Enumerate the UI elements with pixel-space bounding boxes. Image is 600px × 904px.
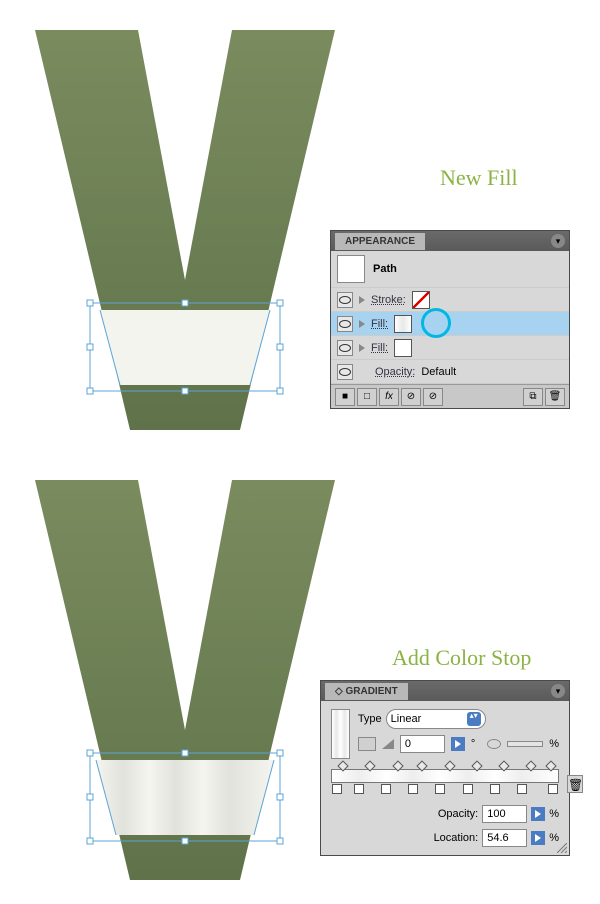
stroke-swatch[interactable] [412,291,430,309]
delete-stop-button[interactable]: 🗑 [567,775,583,793]
trash-button[interactable]: 🗑 [545,388,565,406]
gradient-color-stop[interactable] [548,784,558,794]
gradient-preview[interactable] [331,709,350,759]
stroke-row[interactable]: Stroke: [331,288,569,312]
duplicate-button[interactable]: ⧉ [523,388,543,406]
gradient-type-select[interactable]: Linear ▴▾ [386,709,486,729]
annotation-new-fill: New Fill [440,165,518,191]
gradient-midpoint[interactable] [525,760,536,771]
aspect-icon [487,739,501,749]
panel-menu-icon[interactable]: ▾ [551,234,565,248]
gradient-midpoint[interactable] [365,760,376,771]
opacity-label[interactable]: Opacity: [375,366,415,378]
fill-swatch-white[interactable] [394,339,412,357]
gradient-color-stop[interactable] [463,784,473,794]
fill-label[interactable]: Fill: [371,318,388,330]
gradient-panel: ◇ GRADIENT ▾ Type Linear ▴▾ [320,680,570,856]
location-stepper[interactable] [531,831,545,845]
highlight-circle [421,308,451,338]
stop-opacity-input[interactable]: 100 [482,805,527,823]
gradient-midpoint[interactable] [417,760,428,771]
gradient-midpoint[interactable] [444,760,455,771]
gradient-slider[interactable]: 🗑 [331,769,559,783]
letter-v-top [30,30,340,440]
annotation-add-color-stop: Add Color Stop [392,645,531,671]
target-path-row[interactable]: Path [331,251,569,288]
gradient-midpoint[interactable] [498,760,509,771]
opacity-stepper[interactable] [531,807,545,821]
visibility-toggle[interactable] [337,316,353,332]
fill-label[interactable]: Fill: [371,342,388,354]
fill-swatch-gradient[interactable] [394,315,412,333]
visibility-toggle[interactable] [337,292,353,308]
gradient-midpoint[interactable] [392,760,403,771]
visibility-toggle[interactable] [337,364,353,380]
gradient-color-stop[interactable] [354,784,364,794]
eye-icon [339,344,351,352]
path-label: Path [373,263,397,275]
appearance-panel: APPEARANCE ▾ Path Stroke: Fill: [330,230,570,409]
gradient-color-stop[interactable] [408,784,418,794]
expand-icon[interactable] [359,320,365,328]
stroke-label[interactable]: Stroke: [371,294,406,306]
type-label: Type [358,713,382,725]
gradient-midpoint[interactable] [338,760,349,771]
expand-icon[interactable] [359,344,365,352]
gradient-color-stop[interactable] [490,784,500,794]
new-fill-button[interactable]: □ [357,388,377,406]
gradient-midpoint[interactable] [471,760,482,771]
gradient-tab[interactable]: ◇ GRADIENT [325,683,408,700]
panel-header[interactable]: ◇ GRADIENT ▾ [321,681,569,701]
eye-icon [339,320,351,328]
fill-row-selected[interactable]: Fill: [331,312,569,336]
clear-appearance-button[interactable]: ⊘ [401,388,421,406]
stop-opacity-label: Opacity: [438,808,478,820]
appearance-footer: ■ □ fx ⊘ ⊘ ⧉ 🗑 [331,384,569,408]
expand-icon[interactable] [359,296,365,304]
panel-menu-icon[interactable]: ▾ [551,684,565,698]
new-stroke-button[interactable]: ■ [335,388,355,406]
gradient-color-stop[interactable] [381,784,391,794]
angle-input[interactable]: 0 [400,735,445,753]
fx-button[interactable]: fx [379,388,399,406]
stop-location-input[interactable]: 54.6 [482,829,527,847]
reverse-gradient-button[interactable] [358,737,376,751]
fill-row[interactable]: Fill: [331,336,569,360]
stop-location-label: Location: [434,832,479,844]
gradient-color-stop[interactable] [517,784,527,794]
visibility-toggle[interactable] [337,340,353,356]
letter-v-bottom [30,480,340,890]
appearance-tab[interactable]: APPEARANCE [335,233,425,250]
opacity-row[interactable]: Opacity: Default [331,360,569,384]
reduce-button[interactable]: ⊘ [423,388,443,406]
resize-grip-icon[interactable] [557,843,567,853]
panel-header[interactable]: APPEARANCE ▾ [331,231,569,251]
eye-icon [339,368,351,376]
aspect-input[interactable] [507,741,543,747]
angle-stepper[interactable] [451,737,465,751]
gradient-color-stop[interactable] [332,784,342,794]
angle-icon [382,739,394,749]
gradient-midpoint[interactable] [546,760,557,771]
eye-icon [339,296,351,304]
gradient-color-stop[interactable] [435,784,445,794]
path-thumbnail [337,255,365,283]
opacity-value: Default [421,366,456,378]
